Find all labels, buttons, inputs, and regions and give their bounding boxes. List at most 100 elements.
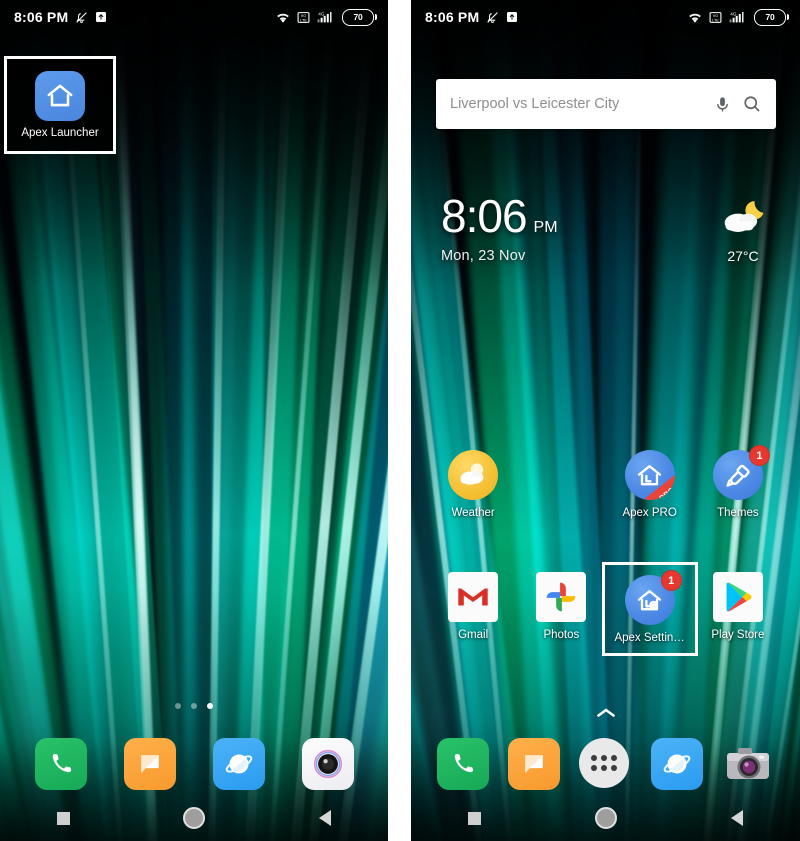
weather-icon-wrap[interactable]	[448, 450, 499, 500]
app-drawer-arrow-wrap[interactable]	[411, 705, 800, 723]
phone-icon[interactable]	[436, 738, 489, 790]
signal-4g-icon: 4G	[316, 10, 336, 24]
apex-pro-home-icon[interactable]: PRO	[624, 450, 675, 500]
svg-text:VO: VO	[301, 13, 307, 17]
dock-item-camera[interactable]	[301, 738, 354, 790]
apex-settings-icon-wrap[interactable]: 1	[624, 570, 682, 625]
moon-cloud-icon	[718, 196, 768, 243]
mute-icon	[486, 11, 499, 24]
app-label-gmail: Gmail	[458, 629, 489, 641]
message-icon[interactable]	[508, 738, 561, 790]
browser-planet-icon[interactable]	[212, 738, 265, 790]
themes-notification-badge: 1	[748, 445, 770, 466]
home-button[interactable]	[595, 807, 617, 829]
weather-temperature: 27°C	[727, 248, 759, 264]
screenshot-stage: 8:06 PM VO LTE 4G 70 Apex Launcher 8:06 …	[0, 0, 800, 841]
themes-icon-wrap[interactable]: 1	[712, 445, 770, 500]
app-label-apex-pro: Apex PRO	[622, 507, 677, 519]
dock-item-camera[interactable]	[722, 738, 774, 790]
nav-bar-right	[411, 795, 800, 841]
page-indicator-left[interactable]	[0, 703, 388, 709]
clock-weather-widget[interactable]: 8:06 PM Mon, 23 Nov 27°C	[441, 190, 782, 265]
app-cell-apex-settings-selected[interactable]: 1 Apex Settin…	[601, 562, 698, 656]
battery-icon: 70	[754, 8, 789, 26]
apex-pro-icon-wrap[interactable]: PRO	[624, 450, 675, 500]
camera-lens-icon[interactable]	[301, 738, 354, 790]
page-dot-3-active[interactable]	[207, 703, 213, 709]
play-store-icon-wrap[interactable]	[712, 572, 763, 622]
page-dot-1[interactable]	[175, 703, 181, 709]
svg-text:4G: 4G	[730, 11, 737, 16]
svg-text:VO: VO	[713, 13, 719, 17]
recents-button[interactable]	[56, 811, 70, 825]
svg-text:4G: 4G	[318, 11, 325, 16]
clock-block: 8:06 PM Mon, 23 Nov	[441, 190, 558, 265]
left-phone-screenshot: 8:06 PM VO LTE 4G 70 Apex Launcher	[0, 0, 388, 841]
home-icon-row-2: Gmail Photos 1 Apex Settin… Play Store	[429, 562, 782, 656]
chevron-up-icon[interactable]	[596, 705, 616, 723]
play-store-icon[interactable]	[712, 572, 763, 622]
dock-item-phone[interactable]	[436, 738, 489, 790]
status-bar-right-group: VO LTE 4G 70	[275, 8, 377, 26]
apex-launcher-label: Apex Launcher	[21, 126, 99, 139]
search-input[interactable]: Liverpool vs Leicester City	[450, 96, 703, 112]
apex-launcher-home-icon[interactable]	[35, 70, 85, 121]
app-label-apex-settings: Apex Settin…	[614, 632, 685, 644]
app-cell-weather[interactable]: Weather	[429, 450, 517, 522]
app-drawer-icon[interactable]	[579, 738, 630, 788]
status-bar-left-group: 8:06 PM	[14, 9, 107, 25]
app-cell-themes[interactable]: 1 Themes	[694, 445, 782, 522]
dock-item-browser[interactable]	[650, 738, 703, 790]
clock-ampm: PM	[533, 219, 558, 236]
app-cell-gmail[interactable]: Gmail	[429, 572, 517, 656]
browser-planet-icon[interactable]	[650, 738, 703, 790]
battery-level-text: 70	[765, 12, 775, 22]
google-photos-icon[interactable]	[536, 572, 587, 622]
google-search-widget[interactable]: Liverpool vs Leicester City	[436, 79, 776, 129]
back-button[interactable]	[731, 810, 743, 826]
home-icon-row-1: Weather PRO Apex PRO 1 Themes	[429, 445, 782, 522]
dock-item-phone[interactable]	[34, 738, 87, 790]
drawer-dot-grid	[591, 755, 618, 771]
mute-icon	[75, 11, 88, 24]
gmail-icon[interactable]	[448, 572, 499, 622]
app-cell-photos[interactable]: Photos	[517, 572, 605, 656]
dock-item-app-drawer[interactable]	[579, 738, 631, 790]
status-bar-right: 8:06 PM VO LTE 4G 70	[411, 0, 800, 34]
nav-bar-left	[0, 795, 388, 841]
dock-item-messages[interactable]	[508, 738, 561, 790]
clock-date: Mon, 23 Nov	[441, 248, 526, 265]
app-cell-apex-pro[interactable]: PRO Apex PRO	[606, 450, 694, 522]
weather-sun-cloud-icon[interactable]	[448, 450, 499, 500]
page-dot-2[interactable]	[191, 703, 197, 709]
message-icon[interactable]	[123, 738, 176, 790]
status-bar-right-group-right: VO LTE 4G 70	[687, 8, 789, 26]
recents-button[interactable]	[468, 811, 481, 825]
search-icon[interactable]	[742, 94, 762, 114]
phone-icon[interactable]	[34, 738, 87, 790]
volte-icon: VO LTE	[709, 11, 722, 24]
svg-text:LTE: LTE	[300, 18, 307, 22]
apex-settings-notification-badge: 1	[660, 570, 682, 591]
back-button[interactable]	[319, 810, 332, 826]
signal-4g-icon: 4G	[728, 10, 748, 24]
camera-icon[interactable]	[722, 738, 774, 790]
wifi-icon	[687, 11, 703, 24]
clock-time-row: 8:06 PM	[441, 190, 558, 242]
app-cell-play-store[interactable]: Play Store	[694, 572, 782, 656]
microphone-icon[interactable]	[713, 95, 732, 114]
dock-right	[411, 733, 800, 795]
dock-item-messages[interactable]	[123, 738, 176, 790]
weather-block[interactable]: 27°C	[718, 196, 768, 264]
photos-icon-wrap[interactable]	[536, 572, 587, 622]
gmail-icon-wrap[interactable]	[448, 572, 499, 622]
clock-hours-minutes: 8:06	[441, 190, 528, 242]
app-label-weather: Weather	[451, 507, 495, 519]
status-bar-clock: 8:06 PM	[14, 9, 69, 25]
status-bar-clock-right: 8:06 PM	[425, 9, 480, 25]
svg-text:LTE: LTE	[712, 18, 719, 22]
dock-item-browser[interactable]	[212, 738, 265, 790]
battery-level-text: 70	[353, 12, 363, 22]
apex-launcher-highlight-box[interactable]: Apex Launcher	[4, 56, 116, 154]
home-button[interactable]	[183, 807, 206, 829]
